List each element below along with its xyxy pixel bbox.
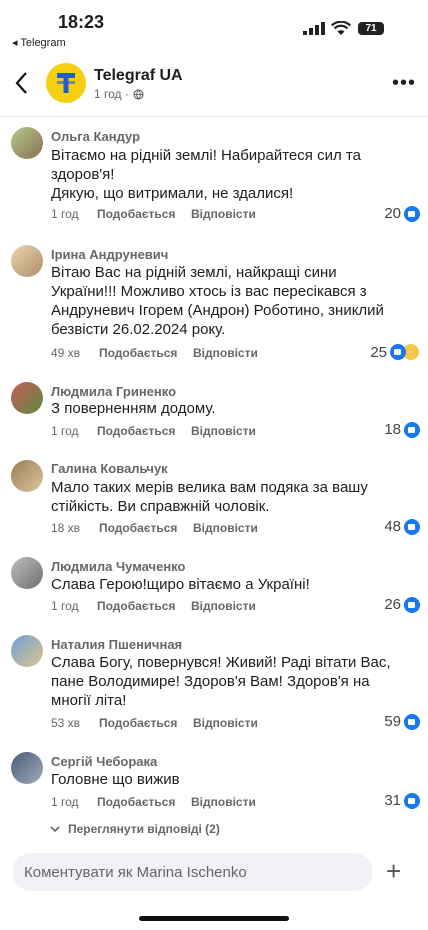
comment-input[interactable] [12, 853, 366, 891]
reaction-summary[interactable]: 31 [384, 792, 420, 809]
comment-actions: 1 год Подобається Відповісти [51, 207, 256, 221]
more-options-icon[interactable]: ••• [392, 73, 416, 93]
comment-time: 18 хв [51, 521, 81, 535]
comment-text: Слава Герою!щиро вітаємо а Україні! [51, 576, 310, 593]
reaction-count: 31 [384, 792, 401, 809]
reaction-summary[interactable]: 26 [384, 596, 420, 613]
like-reaction-icon [404, 713, 420, 730]
avatar[interactable] [11, 127, 43, 159]
reaction-summary[interactable]: 20 [384, 205, 420, 222]
like-reaction-icon [390, 344, 406, 360]
post-meta: 1 год · [94, 87, 144, 101]
comment-actions: 53 хв Подобається Відповісти [51, 716, 258, 730]
like-reaction-icon [404, 518, 420, 535]
page-name[interactable]: Telegraf UA [94, 67, 183, 85]
like-reaction-icon [404, 421, 420, 438]
avatar[interactable] [11, 752, 43, 784]
status-bar: 18:23 ◂ Telegram 71 [0, 0, 428, 52]
comment-time: 1 год [51, 795, 79, 809]
comment-actions: 1 год Подобається Відповісти [51, 599, 256, 613]
reaction-count: 18 [384, 421, 401, 438]
reaction-count: 48 [384, 518, 401, 535]
comment-text: Слава Богу, повернувся! Живий! Раді віта… [51, 654, 391, 709]
comment-author[interactable]: Людмила Чумаченко [51, 559, 185, 574]
comment-actions: 1 год Подобається Відповісти [51, 795, 256, 809]
comment-text: З поверненням додому. [51, 400, 216, 417]
reply-button[interactable]: Відповісти [193, 716, 258, 730]
back-to-app-link[interactable]: ◂ Telegram [12, 36, 66, 49]
reply-button[interactable]: Відповісти [191, 599, 256, 613]
comment-time: 49 хв [51, 346, 81, 360]
like-button[interactable]: Подобається [97, 207, 191, 221]
view-replies-link[interactable]: Переглянути відповіді (2) [50, 822, 220, 836]
comment-text: Головне що вижив [51, 771, 180, 788]
reaction-count: 26 [384, 596, 401, 613]
like-button[interactable]: Подобається [99, 716, 193, 730]
comment-actions: 18 хв Подобається Відповісти [51, 521, 258, 535]
comment-text: Вітаю Вас на рідній землі, найкращі сини… [51, 264, 384, 338]
like-reaction-icon [404, 792, 420, 809]
reaction-summary[interactable]: 18 [384, 421, 420, 438]
globe-icon [133, 88, 144, 100]
clock: 18:23 [58, 12, 105, 32]
back-chevron-icon[interactable] [14, 71, 28, 95]
reaction-count: 59 [384, 713, 401, 730]
reaction-summary[interactable]: 48 [384, 518, 420, 535]
comment-author[interactable]: Галина Ковальчук [51, 461, 168, 476]
comment-author[interactable]: Ольга Кандур [51, 129, 140, 144]
reaction-count: 25 [370, 343, 387, 361]
reply-button[interactable]: Відповісти [191, 795, 256, 809]
comment-text: Вітаємо на рідній землі! Набирайтеся сил… [51, 147, 361, 202]
reply-button[interactable]: Відповісти [193, 346, 258, 360]
comment-time: 1 год [51, 424, 79, 438]
comment-time: 1 год [51, 599, 79, 613]
battery-icon: 71 [358, 22, 384, 35]
comment-author[interactable]: Людмила Гриненко [51, 384, 176, 399]
reply-button[interactable]: Відповісти [193, 521, 258, 535]
comment-author[interactable]: Наталия Пшеничная [51, 637, 182, 652]
like-button[interactable]: Подобається [97, 599, 191, 613]
reply-button[interactable]: Відповісти [191, 207, 256, 221]
avatar[interactable] [11, 635, 43, 667]
reply-button[interactable]: Відповісти [191, 424, 256, 438]
like-reaction-icon [404, 596, 420, 613]
post-time: 1 год · [94, 87, 129, 101]
chevron-down-icon [50, 825, 60, 832]
signal-icon [303, 22, 325, 35]
wifi-icon [331, 21, 351, 35]
avatar[interactable] [11, 460, 43, 492]
comment-time: 53 хв [51, 716, 81, 730]
comment-actions: 1 год Подобається Відповісти [51, 424, 256, 438]
comment-composer[interactable] [12, 853, 373, 891]
reaction-summary[interactable]: 59 [384, 713, 420, 730]
comment-time: 1 год [51, 207, 79, 221]
view-replies-label: Переглянути відповіді (2) [68, 822, 220, 836]
comment-author[interactable]: Сергій Чеборака [51, 754, 157, 769]
comment-text: Мало таких мерів велика вам подяка за ва… [51, 479, 368, 515]
home-indicator [139, 916, 289, 921]
comment-actions: 49 хв Подобається Відповісти [51, 346, 258, 360]
reaction-count: 20 [384, 205, 401, 222]
reaction-summary[interactable]: 25 [370, 343, 420, 361]
comment-author[interactable]: Ірина Андруневич [51, 247, 168, 262]
like-reaction-icon [404, 205, 420, 222]
like-button[interactable]: Подобається [99, 346, 193, 360]
plus-icon[interactable]: + [386, 858, 401, 884]
avatar[interactable] [11, 245, 43, 277]
avatar[interactable] [11, 557, 43, 589]
like-button[interactable]: Подобається [99, 521, 193, 535]
avatar[interactable] [11, 382, 43, 414]
like-button[interactable]: Подобається [97, 795, 191, 809]
page-logo[interactable] [46, 63, 86, 103]
like-button[interactable]: Подобається [97, 424, 191, 438]
post-header: Telegraf UA 1 год · ••• [0, 56, 428, 117]
